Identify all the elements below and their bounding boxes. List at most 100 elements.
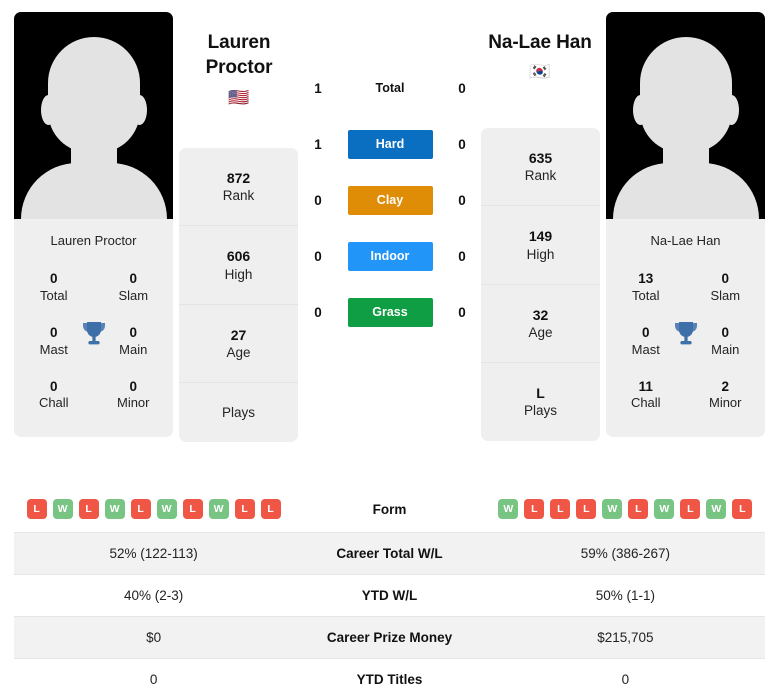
surface-chip-wrap-clay: Clay — [340, 185, 440, 215]
title-cell: 0 Slam — [686, 262, 766, 316]
title-label: Total — [632, 287, 660, 303]
surface-label-total: Total — [375, 81, 405, 95]
stat-value: 606 — [226, 248, 251, 265]
comparison-stats-table: LWLWLWLWLL Form WLLLWLWLWL 52% (122-113)… — [14, 486, 765, 699]
player-photo-caption-right: Na-Lae Han — [650, 233, 721, 248]
form-badge-w: W — [104, 499, 125, 519]
table-row-ytd-wl: 40% (2-3) YTD W/L 50% (1-1) — [14, 575, 765, 617]
form-badge-l: L — [550, 499, 571, 519]
surface-chip-grass[interactable]: Grass — [347, 297, 433, 327]
surface-row-total: 1 Total 0 — [305, 60, 475, 116]
avatar-silhouette-icon — [20, 29, 167, 219]
h2h-left-value: 1 — [314, 136, 322, 152]
surface-row-clay: 0 Clay 0 — [305, 172, 475, 228]
stat-label: Rank — [222, 188, 255, 204]
player-photo-right — [606, 12, 765, 219]
head-to-head-surfaces: 1 Total 0 1 Hard 0 0 Clay 0 0 Indoor 0 0… — [305, 60, 475, 340]
form-badge-l: L — [182, 499, 203, 519]
stat-label: Age — [528, 325, 553, 340]
flag-south-korea-icon: 🇰🇷 — [529, 62, 551, 82]
h2h-right-value: 0 — [458, 80, 466, 96]
player-name-block-left: Lauren Proctor 🇺🇸 — [169, 30, 309, 106]
stat-value: L — [536, 385, 545, 402]
stat-label: High — [526, 246, 555, 262]
player-card-left[interactable]: Lauren Proctor 0 Total 0 Slam 0 Mast 0 M… — [14, 12, 173, 438]
value-left: $0 — [146, 630, 162, 645]
form-badge-l: L — [576, 499, 597, 519]
player-comparison-page: Lauren Proctor 0 Total 0 Slam 0 Mast 0 M… — [0, 0, 779, 699]
table-row-ytd-titles: 0 YTD Titles 0 — [14, 659, 765, 699]
form-badge-l: L — [26, 499, 47, 519]
titles-grid-left: 0 Total 0 Slam 0 Mast 0 Main 0 Chall 0 M… — [14, 258, 173, 437]
form-badge-w: W — [706, 499, 727, 519]
comparison-header: Lauren Proctor 0 Total 0 Slam 0 Mast 0 M… — [0, 0, 779, 478]
title-value: 13 — [638, 271, 654, 286]
stat-row-age: 27 Age — [179, 305, 298, 384]
title-cell: 0 Total — [14, 262, 94, 316]
value-right: $215,705 — [597, 630, 654, 645]
player-photo-left — [14, 12, 173, 219]
surface-chip-hard[interactable]: Hard — [347, 129, 433, 159]
form-cell-left: LWLWLWLWLL — [14, 486, 293, 533]
stat-row-plays: Plays — [179, 383, 298, 442]
player-card-right[interactable]: Na-Lae Han 13 Total 0 Slam 0 Mast 0 Main… — [606, 12, 765, 438]
avatar-silhouette-icon — [612, 29, 759, 219]
stat-row-age: 32 Age — [481, 285, 600, 364]
title-cell: 11 Chall — [606, 370, 686, 424]
titles-grid-right: 13 Total 0 Slam 0 Mast 0 Main 11 Chall 2… — [606, 258, 765, 437]
table-row-form: LWLWLWLWLL Form WLLLWLWLWL — [14, 486, 765, 533]
h2h-right-value: 0 — [458, 192, 466, 208]
title-label: Slam — [710, 287, 741, 303]
title-value: 0 — [721, 271, 729, 286]
title-cell: 0 Minor — [94, 370, 174, 424]
title-value: 0 — [129, 378, 137, 394]
surface-row-hard: 1 Hard 0 — [305, 116, 475, 172]
table-row-career-total-wl: 52% (122-113) Career Total W/L 59% (386-… — [14, 532, 765, 575]
h2h-left-value: 0 — [314, 304, 322, 320]
form-strip-left: LWLWLWLWLL — [20, 499, 287, 519]
stat-value: 635 — [528, 150, 553, 166]
h2h-right-value: 0 — [458, 136, 466, 152]
title-label: Main — [119, 341, 148, 357]
stat-row-rank: 872 Rank — [179, 148, 298, 227]
stat-value: 149 — [528, 228, 553, 245]
title-value: 0 — [49, 271, 58, 286]
player-photo-caption-left: Lauren Proctor — [50, 233, 137, 248]
stat-label: Plays — [221, 405, 255, 421]
surface-row-grass: 0 Grass 0 — [305, 284, 475, 340]
title-value: 11 — [638, 378, 653, 394]
value-left: 40% (2-3) — [123, 588, 184, 603]
title-label: Slam — [118, 287, 149, 303]
trophy-icon — [81, 320, 107, 348]
surface-chip-wrap-hard: Hard — [340, 129, 440, 159]
h2h-right-value: 0 — [458, 304, 466, 320]
title-label: Chall — [630, 395, 661, 411]
form-badge-l: L — [130, 499, 151, 519]
row-label-career-prize-money: Career Prize Money — [326, 630, 453, 645]
player-name-block-right: Na-Lae Han 🇰🇷 — [470, 30, 610, 80]
value-right: 59% (386-267) — [580, 546, 671, 561]
surface-chip-indoor[interactable]: Indoor — [347, 241, 433, 271]
form-badge-l: L — [260, 499, 281, 519]
table-row-career-prize-money: $0 Career Prize Money $215,705 — [14, 616, 765, 659]
player-stats-card-left: 872 Rank 606 High 27 Age Plays — [179, 148, 298, 443]
row-label-ytd-wl: YTD W/L — [361, 588, 418, 603]
stat-row-high: 606 High — [179, 226, 298, 305]
player-name-left-line1: Lauren — [207, 32, 271, 53]
title-label: Minor — [116, 395, 150, 411]
trophy-icon — [673, 320, 699, 348]
form-badge-l: L — [78, 499, 99, 519]
title-label: Chall — [38, 395, 69, 411]
title-value: 2 — [721, 378, 729, 394]
value-right: 0 — [621, 672, 630, 687]
stat-row-plays: L Plays — [481, 363, 600, 440]
form-badge-l: L — [524, 499, 545, 519]
form-badge-l: L — [732, 499, 753, 519]
surface-chip-clay[interactable]: Clay — [347, 185, 433, 215]
title-cell: 0 Slam — [94, 262, 174, 316]
form-badge-w: W — [498, 499, 519, 519]
player-stats-card-right: 635 Rank 149 High 32 Age L Plays — [481, 128, 600, 441]
title-label: Main — [711, 341, 740, 357]
form-badge-w: W — [208, 499, 229, 519]
title-value: 0 — [721, 324, 729, 340]
